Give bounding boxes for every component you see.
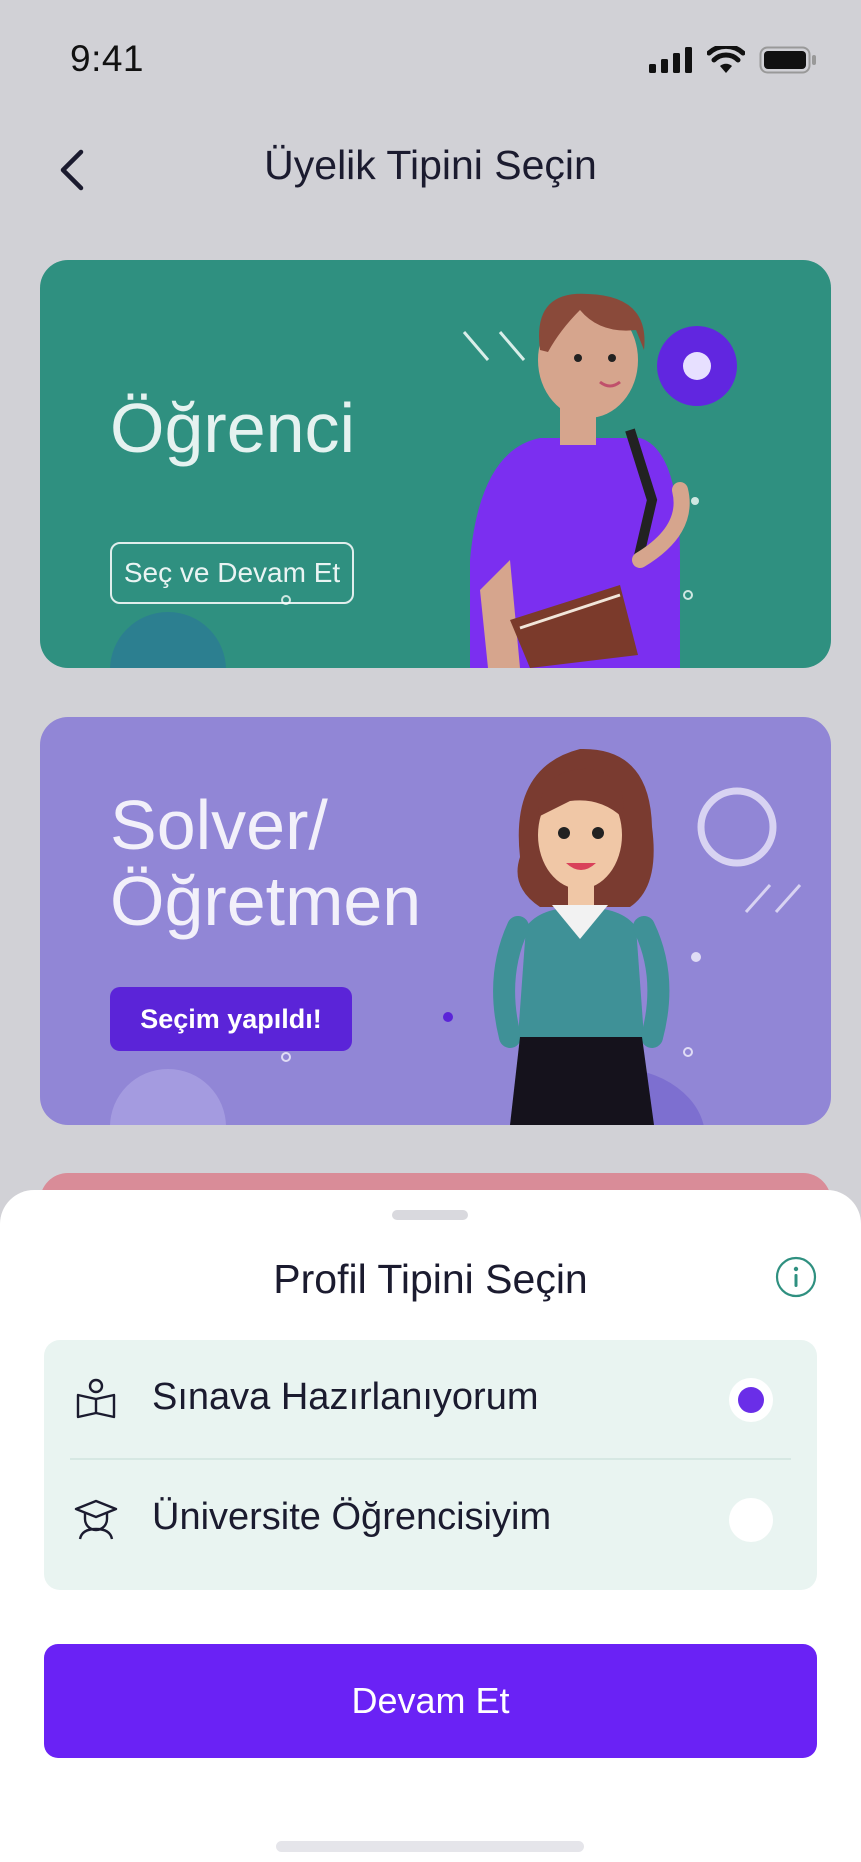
continue-button[interactable]: Devam Et (44, 1644, 817, 1758)
radio-selected[interactable] (729, 1378, 773, 1422)
nav-header: Üyelik Tipini Seçin (0, 130, 861, 210)
sheet-grabber[interactable] (392, 1210, 468, 1220)
info-icon[interactable] (775, 1256, 817, 1298)
battery-icon (759, 46, 816, 74)
selection-made-button[interactable]: Seçim yapıldı! (110, 987, 352, 1051)
book-reader-icon (76, 1378, 116, 1419)
teacher-title-line1: Solver/ (110, 786, 328, 864)
student-card[interactable]: Öğrenci Seç ve Devam Et (40, 260, 831, 668)
radio-unselected[interactable] (729, 1498, 773, 1542)
wifi-icon (707, 46, 745, 73)
profile-type-sheet: Profil Tipini Seçin Sınava Hazırlanıyoru… (0, 1190, 861, 1862)
graduate-icon (74, 1499, 118, 1540)
status-icons (649, 46, 817, 74)
signal-icon (649, 47, 692, 73)
option-label: Üniversite Öğrencisiyim (152, 1496, 552, 1538)
teacher-title-line2: Öğretmen (110, 862, 422, 940)
home-indicator (276, 1841, 584, 1852)
option-label: Sınava Hazırlanıyorum (152, 1376, 539, 1418)
select-continue-button[interactable]: Seç ve Devam Et (110, 542, 354, 604)
option-university-student[interactable]: Üniversite Öğrencisiyim (44, 1460, 817, 1578)
status-time: 9:41 (70, 38, 145, 79)
option-exam-prep[interactable]: Sınava Hazırlanıyorum (44, 1340, 817, 1460)
teacher-card[interactable]: Solver/ Öğretmen Seçim yapıldı! (40, 717, 831, 1125)
student-card-title: Öğrenci (110, 389, 356, 467)
sheet-title: Profil Tipini Seçin (273, 1256, 588, 1302)
page-title: Üyelik Tipini Seçin (264, 142, 597, 188)
profile-options: Sınava Hazırlanıyorum Üniversite Öğrenci… (44, 1340, 817, 1590)
status-bar: 9:41 (0, 0, 861, 120)
teacher-card-title: Solver/ Öğretmen (110, 787, 421, 939)
